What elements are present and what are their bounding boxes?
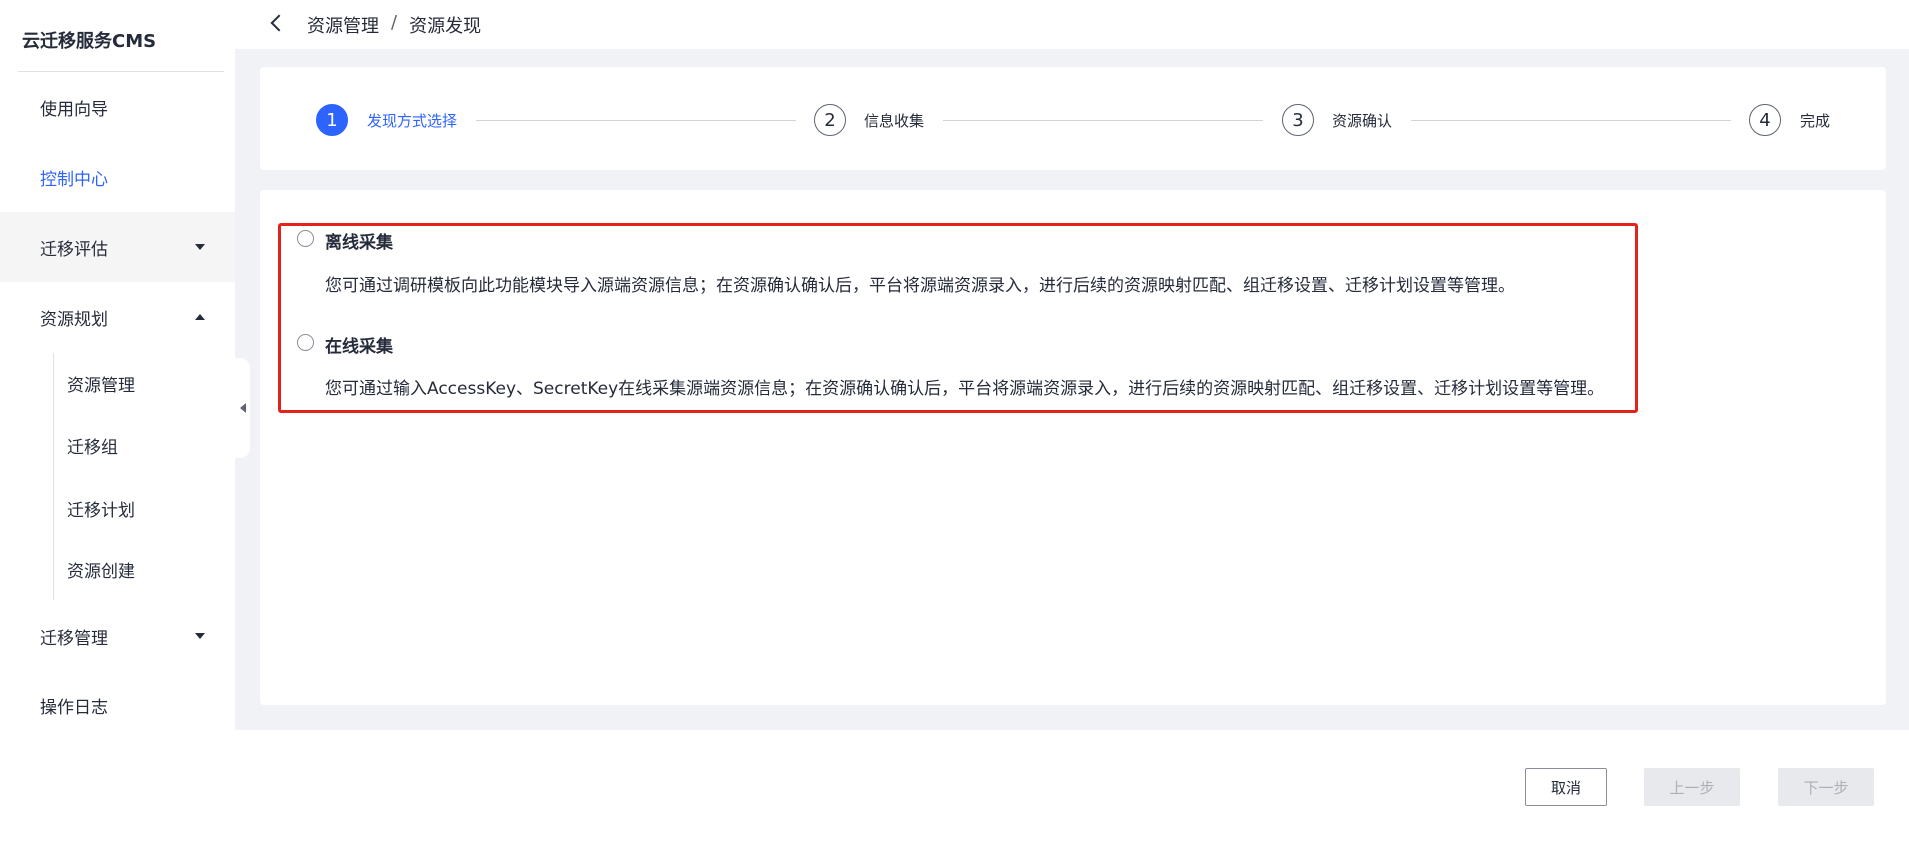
cancel-button[interactable]: 取消: [1525, 768, 1607, 806]
highlight-box: 离线采集 您可通过调研模板向此功能模块导入源端资源信息；在资源确认确认后，平台将…: [278, 223, 1638, 413]
step-connector: [1411, 120, 1731, 121]
sidebar-item-migration-management[interactable]: 迁移管理: [0, 601, 235, 671]
sidebar-item-label: 控制中心: [40, 169, 108, 190]
option-description: 您可通过输入AccessKey、SecretKey在线采集源端资源信息；在资源确…: [325, 379, 1605, 399]
step-2-label: 信息收集: [864, 112, 925, 130]
sidebar-item-resource-planning[interactable]: 资源规划: [0, 282, 235, 352]
sidebar-item-control-center[interactable]: 控制中心: [0, 142, 235, 212]
step-1-label: 发现方式选择: [367, 112, 458, 130]
sidebar-subitem-label: 迁移计划: [67, 500, 135, 521]
step-2-circle: 2: [814, 104, 846, 136]
sidebar-item-operation-log[interactable]: 操作日志: [0, 670, 235, 740]
sidebar-collapse-button[interactable]: [235, 358, 250, 458]
submenu-guide-line: [53, 353, 54, 600]
sidebar-subitem-label: 资源创建: [67, 561, 135, 582]
step-3-circle: 3: [1282, 104, 1314, 136]
sidebar-item-label: 迁移管理: [40, 628, 108, 649]
caret-down-icon: [195, 244, 205, 250]
offline-radio[interactable]: [297, 230, 314, 247]
breadcrumb-separator: /: [391, 12, 398, 33]
steps-card: 1 发现方式选择 2 信息收集 3 资源确认 4 完成: [260, 67, 1886, 170]
breadcrumb-parent[interactable]: 资源管理: [307, 12, 379, 38]
step-1-circle: 1: [316, 104, 348, 136]
app-title: 云迁移服务CMS: [22, 31, 157, 52]
back-arrow-icon[interactable]: [270, 14, 288, 32]
step-4-circle: 4: [1749, 104, 1781, 136]
step-3-label: 资源确认: [1332, 112, 1393, 130]
step-connector: [943, 120, 1263, 121]
previous-step-button[interactable]: 上一步: [1644, 768, 1740, 806]
sidebar-item-label: 操作日志: [40, 697, 108, 718]
topbar: 资源管理 / 资源发现: [235, 0, 1909, 49]
sidebar-subitem-resource-management[interactable]: 资源管理: [67, 363, 217, 403]
sidebar-subitem-migration-plan[interactable]: 迁移计划: [67, 488, 217, 528]
collapse-left-icon: [239, 403, 246, 413]
breadcrumb-current: 资源发现: [409, 16, 482, 37]
step-connector: [476, 120, 796, 121]
main-card: 离线采集 您可通过调研模板向此功能模块导入源端资源信息；在资源确认确认后，平台将…: [260, 190, 1886, 705]
sidebar-item-label: 迁移评估: [40, 239, 108, 260]
option-description: 您可通过调研模板向此功能模块导入源端资源信息；在资源确认确认后，平台将源端资源录…: [325, 276, 1515, 296]
sidebar-subitem-resource-creation[interactable]: 资源创建: [67, 549, 217, 589]
sidebar-item-guide[interactable]: 使用向导: [0, 72, 235, 142]
caret-up-icon: [195, 314, 205, 320]
app-root: 云迁移服务CMS 使用向导 控制中心 迁移评估 资源规划 资源管理 迁移组 迁移…: [0, 0, 1909, 841]
sidebar: 云迁移服务CMS 使用向导 控制中心 迁移评估 资源规划 资源管理 迁移组 迁移…: [0, 0, 235, 841]
option-title[interactable]: 在线采集: [325, 332, 393, 357]
next-step-button[interactable]: 下一步: [1778, 768, 1874, 806]
sidebar-item-migration-assessment[interactable]: 迁移评估: [0, 212, 235, 282]
step-4-label: 完成: [1800, 112, 1831, 130]
sidebar-subitem-label: 迁移组: [67, 437, 118, 458]
sidebar-subitem-migration-group[interactable]: 迁移组: [67, 425, 217, 465]
caret-down-icon: [195, 633, 205, 639]
option-title[interactable]: 离线采集: [325, 228, 393, 253]
online-radio[interactable]: [297, 334, 314, 351]
sidebar-subitem-label: 资源管理: [67, 375, 135, 396]
sidebar-item-label: 使用向导: [40, 99, 108, 120]
breadcrumb: 资源管理 / 资源发现: [307, 12, 481, 38]
sidebar-item-label: 资源规划: [40, 309, 108, 330]
footer-bar: 取消 上一步 下一步: [235, 730, 1909, 841]
